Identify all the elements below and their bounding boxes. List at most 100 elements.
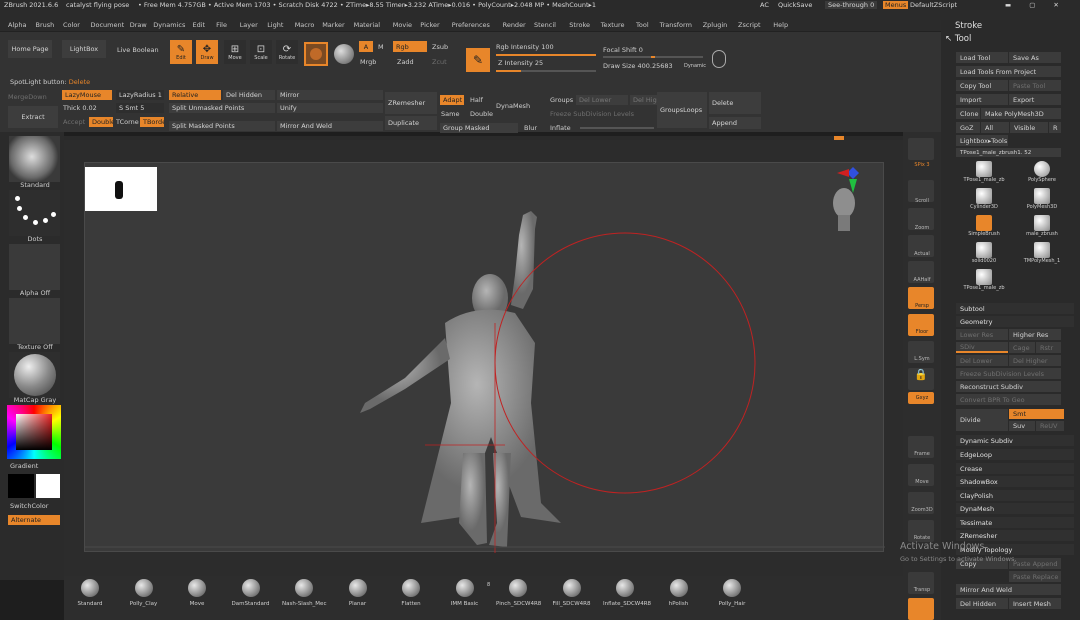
tool-thumbnail[interactable]: PolySphere [1014,160,1070,186]
rotate-button[interactable]: ⟳ Rotate [276,40,298,64]
divide-button[interactable]: Divide [956,409,1008,431]
model-viewport[interactable] [85,163,885,553]
tool-thumbnail[interactable]: TPose1_male_zb [956,268,1012,294]
menu-zplugin[interactable]: Zplugin [703,21,728,29]
relative-button[interactable]: Relative [169,90,221,100]
brush-slot[interactable]: Polly_Hair [710,579,754,607]
see-through-slider[interactable]: See-through 0 [825,1,878,9]
menu-layer[interactable]: Layer [240,21,258,29]
brush-slot[interactable]: Flatten [389,579,433,607]
menu-dynamics[interactable]: Dynamics [153,21,185,29]
clone-button[interactable]: Clone [956,108,980,119]
dynamesh-button[interactable]: DynaMesh [496,102,530,110]
dynamic-subdiv-section[interactable]: Dynamic Subdiv [956,435,1074,446]
home-page-button[interactable]: Home Page [8,40,52,58]
r-button[interactable]: R [1049,122,1061,133]
a-button[interactable]: A [359,41,373,52]
lock-icon[interactable]: 🔒 [908,368,934,390]
alpha-thumbnail[interactable] [9,244,60,290]
sdiv-slider[interactable]: SDiv [956,342,1008,353]
group-masked-button[interactable]: Group Masked [440,123,518,133]
brush-slot[interactable]: Inflate_SDCW4R8 [603,579,651,607]
menu-marker[interactable]: Marker [322,21,344,29]
palette-del-hidden-button[interactable]: Del Hidden [956,598,1008,609]
brush-slot[interactable]: Polly_Clay [122,579,166,607]
tborde-button[interactable]: TBorde [140,117,164,127]
brush-slot[interactable]: Fill_SDCW4R8 [550,579,594,607]
merge-down-button[interactable]: MergeDown [8,93,47,101]
inflate-track[interactable] [580,127,654,129]
secondary-color-swatch[interactable] [8,474,34,498]
rgb-intensity-slider[interactable]: Rgb Intensity 100 [496,43,554,51]
adapt-button[interactable]: Adapt [440,95,464,105]
menu-document[interactable]: Document [91,21,125,29]
claypolish-section[interactable]: ClayPolish [956,490,1074,501]
rgb-intensity-track[interactable] [496,54,596,56]
lower-res-button[interactable]: Lower Res [956,329,1008,340]
menu-macro[interactable]: Macro [295,21,315,29]
import-button[interactable]: Import [956,94,1008,105]
z-intensity-slider[interactable]: Z Intensity 25 [498,59,543,67]
brush-slot[interactable]: Standard [68,579,112,607]
copy-tool-button[interactable]: Copy Tool [956,80,1008,91]
menu-zscript[interactable]: Zscript [738,21,761,29]
suv-button[interactable]: Suv [1009,421,1035,431]
lazymouse-button[interactable]: LazyMouse [62,90,112,100]
reconstruct-subdiv-button[interactable]: Reconstruct Subdiv [956,381,1061,392]
menu-picker[interactable]: Picker [420,21,439,29]
export-button[interactable]: Export [1009,94,1061,105]
standard-brush-thumbnail[interactable] [9,136,60,182]
menu-tool[interactable]: Tool [636,21,649,29]
zremesher-button[interactable]: ZRemesher [385,92,437,114]
default-zscript-button[interactable]: DefaultZScript [910,1,957,9]
paste-tool-button[interactable]: Paste Tool [1009,80,1061,91]
delete-button[interactable]: Delete [709,92,761,114]
primary-color-swatch[interactable] [36,474,60,498]
stroke-palette-title[interactable]: Stroke [955,21,982,31]
make-polymesh3d-button[interactable]: Make PolyMesh3D [981,108,1061,119]
z-intensity-track[interactable] [496,70,596,72]
paste-replace-button[interactable]: Paste Replace [1009,571,1061,582]
crease-section[interactable]: Crease [956,463,1074,474]
palette-freeze-subdiv-button[interactable]: Freeze SubDivision Levels [956,368,1061,379]
dynamic-button[interactable]: Dynamic [684,63,706,69]
draw-button[interactable]: ✥ Draw [196,40,218,64]
edit-button[interactable]: ✎ Edit [170,40,192,64]
duplicate-button[interactable]: Duplicate [385,116,437,130]
menu-edit[interactable]: Edit [193,21,206,29]
palette-mirror-and-weld-button[interactable]: Mirror And Weld [956,584,1061,595]
menu-stencil[interactable]: Stencil [534,21,556,29]
zremesher-section[interactable]: ZRemesher [956,530,1074,541]
brush-slot[interactable]: Pinch_SDCW4R8 [496,579,541,607]
menu-texture[interactable]: Texture [601,21,625,29]
double-option-button[interactable]: Double [470,110,493,118]
append-button[interactable]: Append [709,117,761,129]
scale-button[interactable]: ⊡ Scale [250,40,272,64]
groups-button[interactable]: Groups [550,96,573,104]
menu-help[interactable]: Help [773,21,788,29]
menu-color[interactable]: Color [63,21,80,29]
tool-thumbnail[interactable]: Cylinder3D [956,187,1012,213]
tool-thumbnail[interactable]: solid0020 [956,241,1012,267]
brush-slot[interactable]: DamStandard [229,579,273,607]
draw-size-slider[interactable]: Draw Size 400.25683 [603,62,673,70]
menu-stroke[interactable]: Stroke [569,21,590,29]
dynamesh-section[interactable]: DynaMesh [956,503,1074,514]
save-as-button[interactable]: Save As [1009,52,1061,63]
mirror-button[interactable]: Mirror [277,90,383,100]
menu-preferences[interactable]: Preferences [452,21,490,29]
texture-thumbnail[interactable] [9,298,60,344]
extract-button[interactable]: Extract [8,106,58,128]
higher-res-button[interactable]: Higher Res [1009,329,1061,340]
ac-label[interactable]: AC [760,1,769,9]
color-picker[interactable] [7,405,61,459]
current-tool-slider[interactable]: TPose1_male_zbrush1. 52 [956,148,1061,157]
thick-slider[interactable]: Thick 0.02 [63,104,97,112]
brush-slot[interactable]: Nash-Slash_Mec [282,579,326,607]
solo-button[interactable] [908,598,934,620]
zsub-button[interactable]: Zsub [432,43,448,51]
menu-light[interactable]: Light [267,21,283,29]
groups-loops-button[interactable]: GroupsLoops [657,92,707,128]
tessimate-section[interactable]: Tessimate [956,517,1074,528]
menus-button[interactable]: Menus [883,1,909,9]
